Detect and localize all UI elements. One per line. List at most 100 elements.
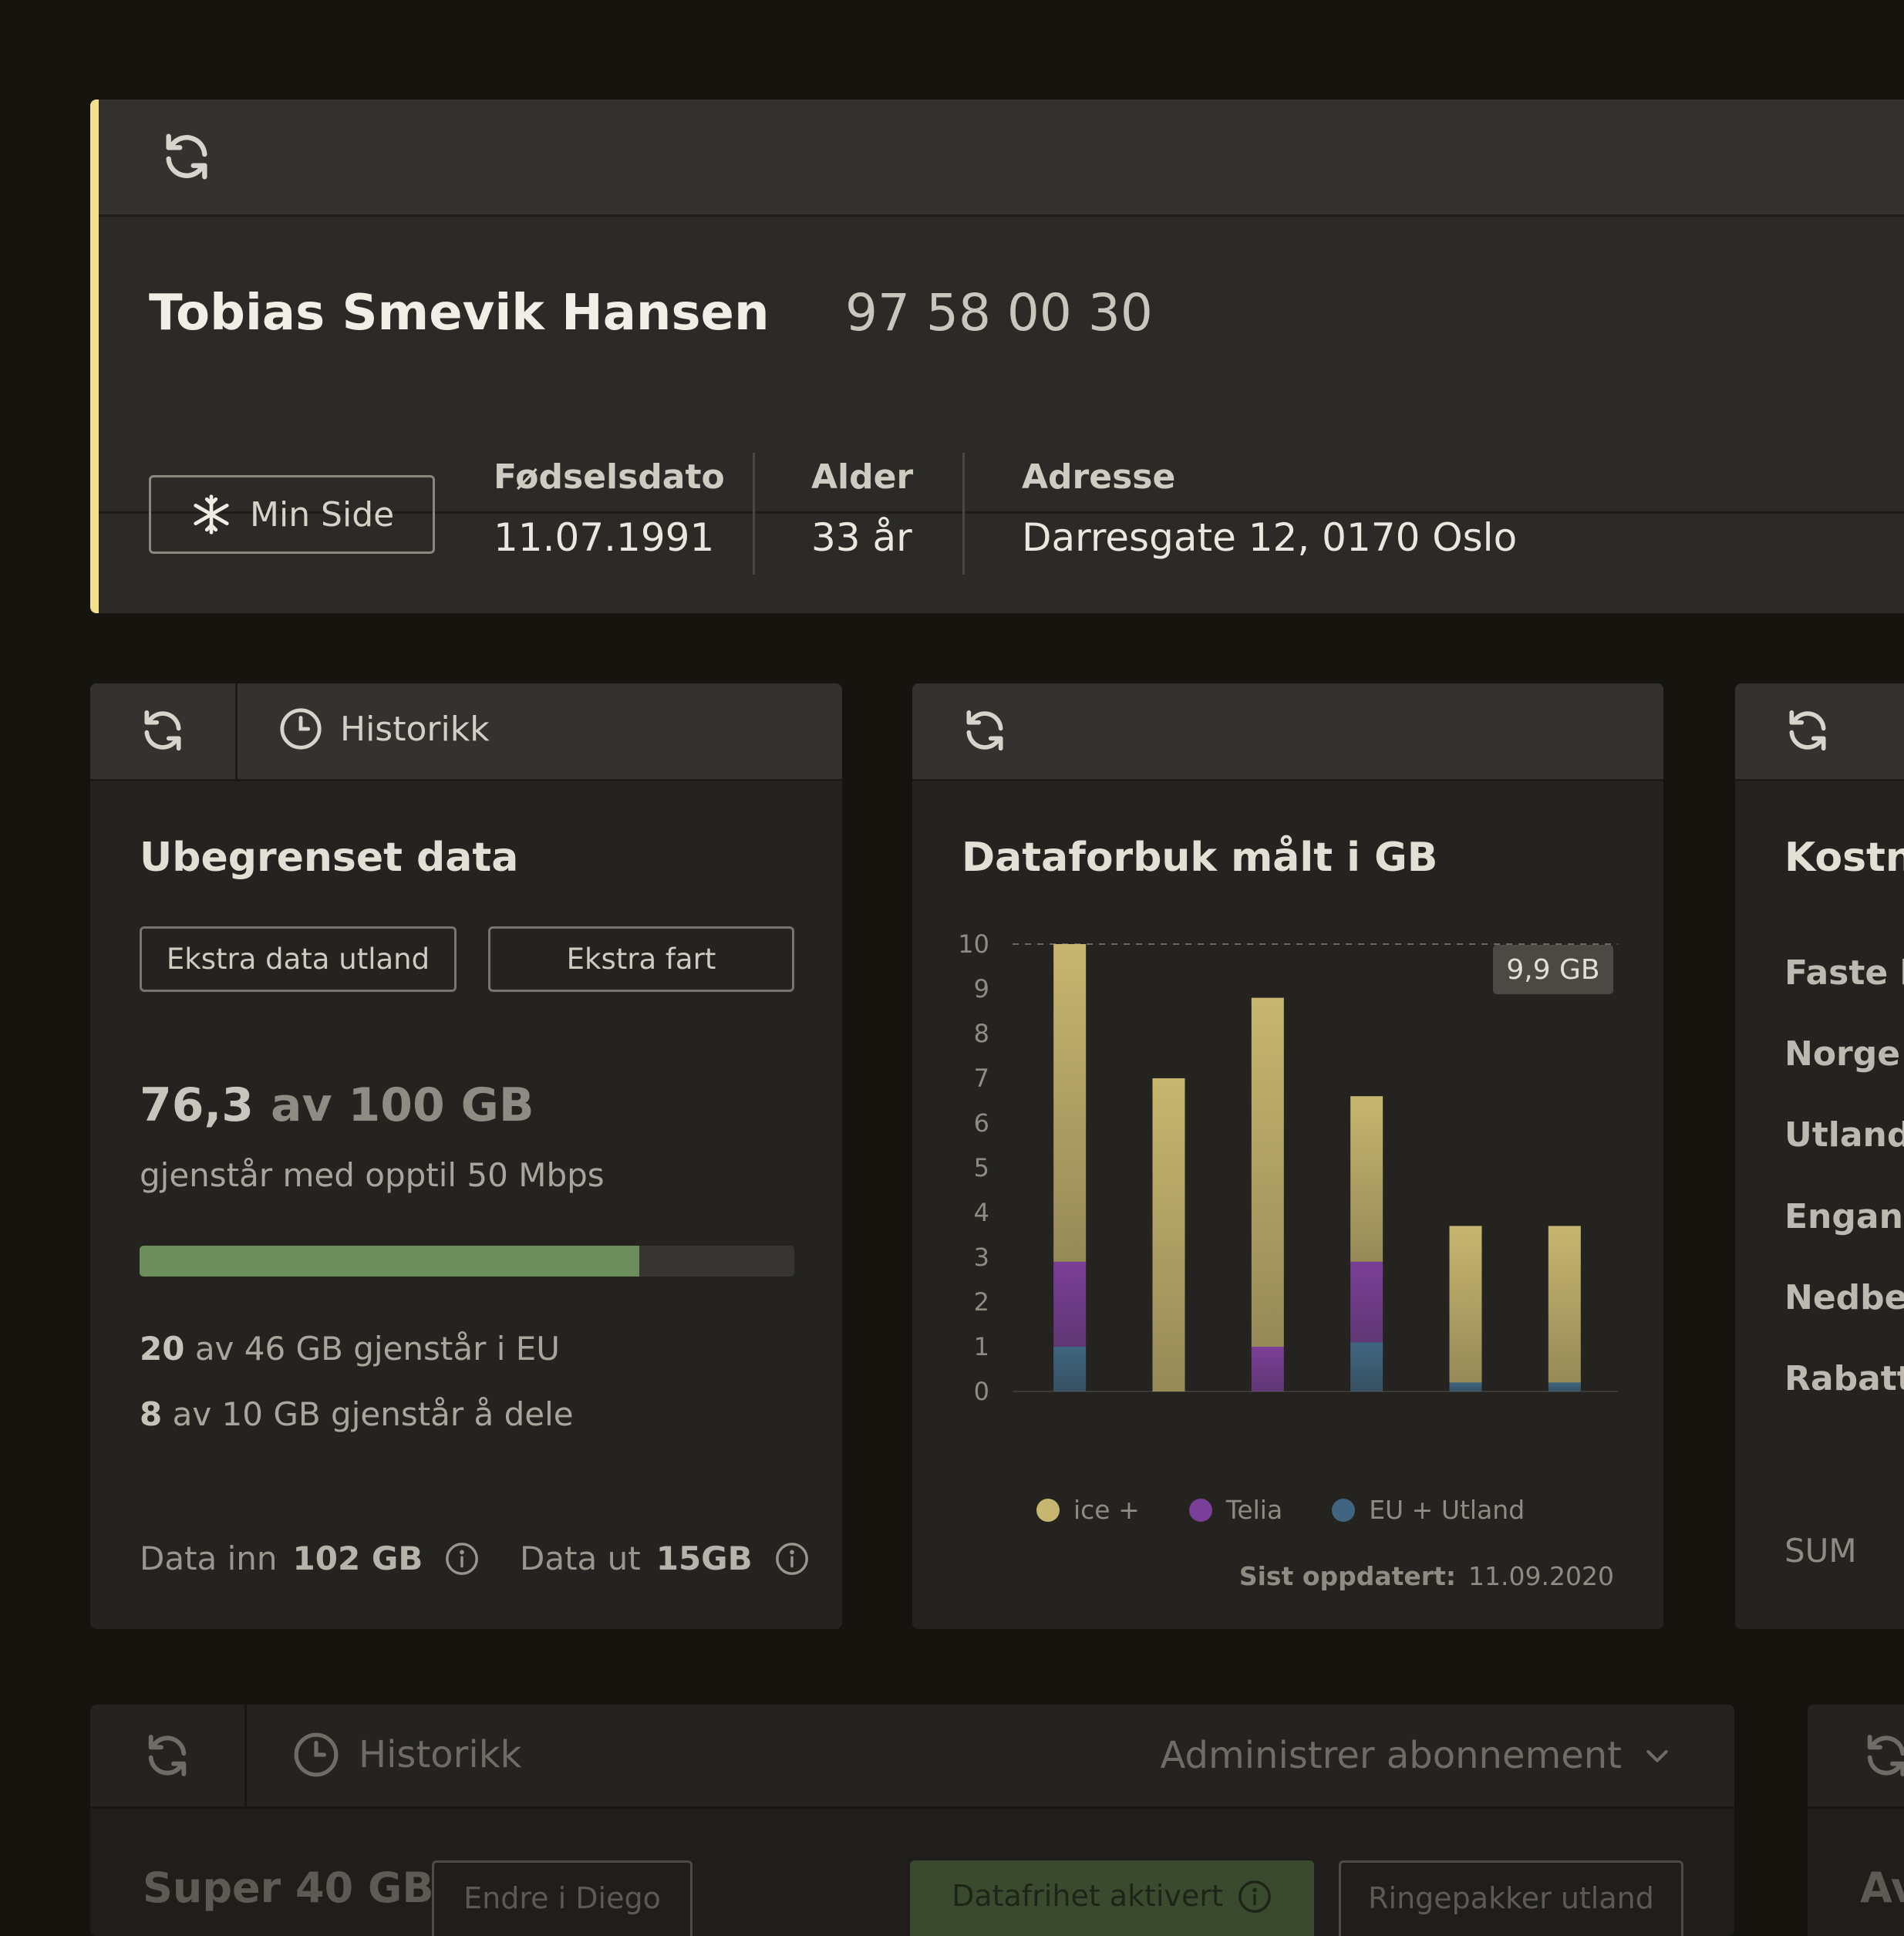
customer-name: Tobias Smevik Hansen bbox=[149, 285, 770, 342]
cost-row: Utland bbox=[1784, 1115, 1904, 1155]
refresh-icon[interactable] bbox=[139, 707, 187, 754]
cost-row: Faste ko bbox=[1784, 953, 1904, 993]
data-progress-bar bbox=[140, 1246, 794, 1277]
datafree-button[interactable]: Datafrihet aktivert bbox=[910, 1860, 1314, 1936]
subscription-card-header: Historikk Administrer abonnement bbox=[90, 1705, 1734, 1809]
min-side-label: Min Side bbox=[250, 494, 395, 535]
y-tick-label: 6 bbox=[974, 1108, 989, 1138]
field-divider bbox=[962, 453, 965, 575]
share-remaining: 8 av 10 GB gjenstår å dele bbox=[140, 1395, 574, 1433]
refresh-icon[interactable] bbox=[961, 707, 1009, 754]
header-divider bbox=[244, 1705, 247, 1806]
chart-card-header bbox=[912, 683, 1663, 781]
clock-icon bbox=[278, 707, 323, 751]
manage-subscription-dropdown[interactable]: Administrer abonnement bbox=[1161, 1734, 1673, 1777]
call-packages-button[interactable]: Ringepakker utland bbox=[1339, 1860, 1683, 1936]
partial-card-header bbox=[1808, 1705, 1904, 1809]
refresh-icon[interactable] bbox=[1862, 1731, 1904, 1780]
last-updated-value: 11.09.2020 bbox=[1468, 1561, 1614, 1591]
profile-accent-bar bbox=[90, 99, 99, 613]
max-value-badge: 9,9 GB bbox=[1493, 945, 1613, 994]
bar-segment bbox=[1548, 1382, 1581, 1391]
cost-sum-label: SUM bbox=[1784, 1532, 1857, 1570]
clock-icon bbox=[292, 1731, 340, 1779]
y-tick-label: 10 bbox=[958, 929, 989, 959]
usage-chart-card: Dataforbuk målt i GB 0 1 2 3 4 5 6 7 8 9 10 Jan Feb M… bbox=[912, 683, 1663, 1629]
extra-speed-button[interactable]: Ekstra fart bbox=[488, 926, 794, 992]
extra-data-abroad-button[interactable]: Ekstra data utland bbox=[140, 926, 457, 992]
partial-card-title: Av bbox=[1860, 1863, 1904, 1912]
y-tick-label: 3 bbox=[974, 1243, 989, 1272]
history-link[interactable]: Historikk bbox=[292, 1731, 521, 1779]
bar-segment bbox=[1350, 1096, 1383, 1262]
data-usage-card: Historikk Ubegrenset data Ekstra data ut… bbox=[90, 683, 842, 1629]
remaining-total: av 100 GB bbox=[271, 1078, 534, 1132]
refresh-icon[interactable] bbox=[160, 130, 214, 184]
share-remaining-text: av 10 GB gjenstår å dele bbox=[172, 1395, 574, 1433]
cost-row[interactable]: Norge bbox=[1784, 1034, 1900, 1074]
cost-card-header bbox=[1735, 683, 1904, 781]
plan-title: Super 40 GB bbox=[143, 1863, 434, 1912]
remaining-value: 76,3 bbox=[140, 1078, 254, 1132]
cost-row: Nedbeta bbox=[1784, 1278, 1904, 1317]
legend-label: ice + bbox=[1073, 1495, 1140, 1525]
legend-swatch bbox=[1036, 1498, 1060, 1522]
cost-title: Kostna bbox=[1784, 835, 1904, 881]
data-in: Data inn 102 GB bbox=[140, 1540, 480, 1577]
data-out-value: 15GB bbox=[655, 1540, 753, 1577]
eu-remaining-text: av 46 GB gjenstår i EU bbox=[194, 1330, 561, 1368]
bar-segment bbox=[1053, 944, 1087, 1262]
legend-item: Telia bbox=[1188, 1495, 1282, 1525]
refresh-icon[interactable] bbox=[1784, 707, 1832, 754]
bar-segment bbox=[1053, 1261, 1087, 1347]
birth-date-label: Fødselsdato bbox=[494, 457, 725, 497]
partial-card: Av bbox=[1808, 1705, 1904, 1936]
bar-segment bbox=[1251, 997, 1284, 1347]
remaining-subtext: gjenstår med opptil 50 Mbps bbox=[140, 1156, 605, 1194]
chart-legend: ice + Telia EU + Utland bbox=[1036, 1495, 1525, 1525]
bar-segment bbox=[1152, 1078, 1185, 1391]
data-in-value: 102 GB bbox=[292, 1540, 423, 1577]
x-tick-label: Mai bbox=[1444, 1421, 1487, 1424]
age-label: Alder bbox=[811, 457, 914, 497]
history-label: Historikk bbox=[359, 1733, 522, 1776]
legend-swatch bbox=[1188, 1498, 1212, 1522]
plan-title: Ubegrenset data bbox=[140, 835, 519, 881]
x-tick-label: Mar bbox=[1245, 1421, 1292, 1424]
x-tick-label: Feb bbox=[1147, 1421, 1191, 1424]
y-tick-label: 8 bbox=[974, 1019, 989, 1048]
refresh-icon[interactable] bbox=[143, 1731, 192, 1780]
share-remaining-value: 8 bbox=[140, 1395, 163, 1433]
y-tick-label: 7 bbox=[974, 1064, 989, 1093]
y-tick-label: 2 bbox=[974, 1287, 989, 1317]
snowflake-icon bbox=[190, 493, 233, 536]
y-tick-label: 1 bbox=[974, 1332, 989, 1361]
data-out: Data ut 15GB bbox=[520, 1540, 810, 1577]
cost-card: Kostna Faste ko Norge Utland Engangs Ned… bbox=[1735, 683, 1904, 1629]
last-updated-label: Sist oppdatert: bbox=[1238, 1561, 1457, 1591]
eu-remaining-value: 20 bbox=[140, 1330, 185, 1368]
birth-date-value: 11.07.1991 bbox=[494, 515, 715, 560]
header-divider bbox=[235, 683, 238, 779]
info-icon[interactable] bbox=[774, 1541, 810, 1577]
y-tick-label: 0 bbox=[974, 1377, 989, 1406]
address-label: Adresse bbox=[1022, 457, 1176, 497]
history-link[interactable]: Historikk bbox=[278, 707, 490, 751]
remaining-data: 76,3 av 100 GB bbox=[140, 1078, 534, 1132]
info-icon[interactable] bbox=[444, 1541, 480, 1577]
y-tick-label: 4 bbox=[974, 1198, 989, 1227]
bar-segment bbox=[1251, 1347, 1284, 1391]
address-value: Darresgate 12, 0170 Oslo bbox=[1022, 515, 1518, 560]
change-plan-button[interactable]: Endre i Diego bbox=[432, 1860, 693, 1936]
legend-swatch bbox=[1332, 1498, 1356, 1522]
subscription-card: Historikk Administrer abonnement Super 4… bbox=[90, 1705, 1734, 1936]
cost-row: Engangs bbox=[1784, 1197, 1904, 1236]
min-side-button[interactable]: Min Side bbox=[149, 475, 435, 554]
legend-item: EU + Utland bbox=[1332, 1495, 1525, 1525]
bar-segment bbox=[1350, 1342, 1383, 1391]
bar-segment bbox=[1548, 1226, 1581, 1383]
bar-segment bbox=[1053, 1347, 1087, 1391]
bar-segment bbox=[1449, 1382, 1482, 1391]
age-value: 33 år bbox=[811, 515, 912, 560]
data-card-header: Historikk bbox=[90, 683, 842, 781]
